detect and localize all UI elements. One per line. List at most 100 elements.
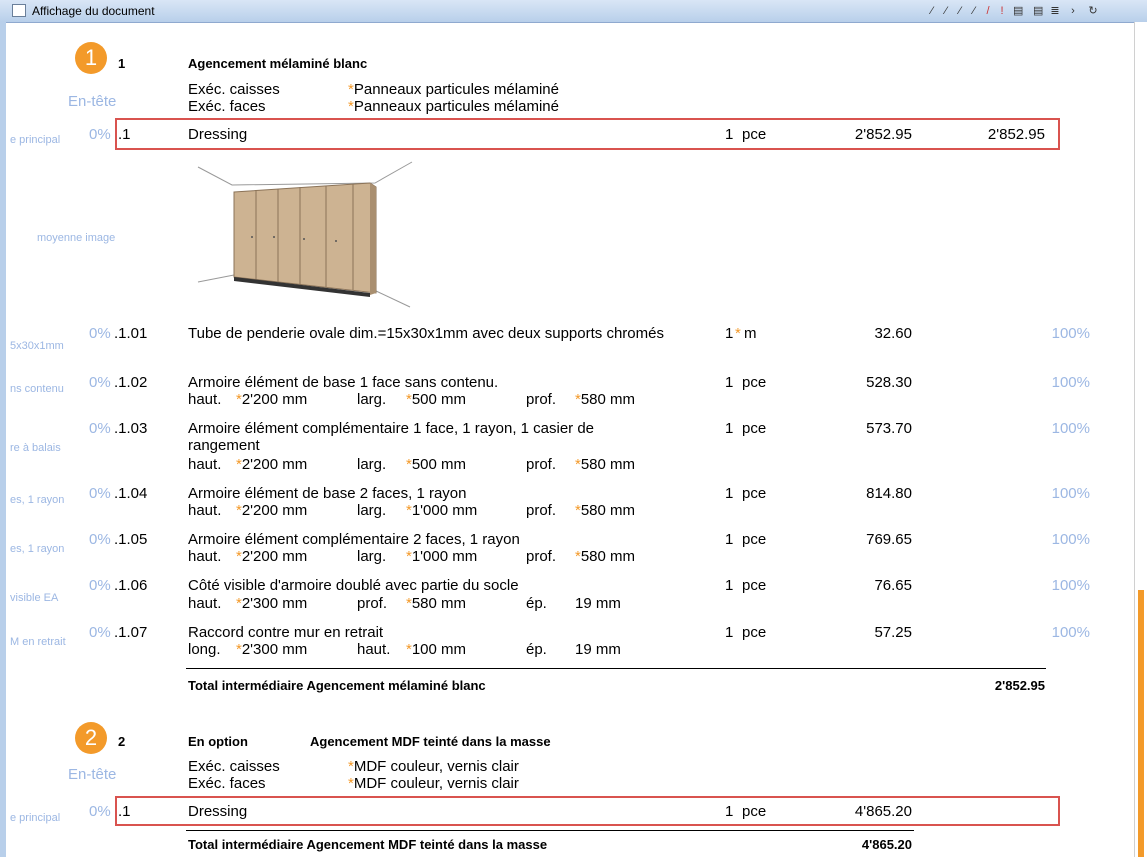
row-rate: 100%	[1051, 577, 1090, 594]
row-rate: 100%	[1051, 420, 1090, 437]
section-marker-2: 2	[75, 722, 107, 754]
dim-value: *1'000 mm	[406, 502, 478, 519]
subtotal-label: Total intermédiaire Agencement mélaminé …	[188, 678, 486, 693]
caisses-label: Exéc. caisses	[188, 758, 280, 775]
caisses-value: *Panneaux particules mélaminé	[348, 81, 559, 98]
row-unit: pce	[742, 485, 767, 502]
row-percent: 0%	[89, 126, 111, 143]
row-percent: 0%	[89, 485, 111, 502]
row-qty: 1	[725, 531, 734, 548]
dim-value: *580 mm	[575, 502, 636, 519]
dim-label: prof.	[526, 548, 557, 565]
row-number: .1.06	[114, 577, 148, 594]
row-unit: pce	[742, 531, 767, 548]
dim-value: *2'200 mm	[236, 456, 308, 473]
option-label: En option	[188, 734, 248, 749]
collapse-icon[interactable]: ›	[1068, 5, 1078, 17]
dim-value: *580 mm	[575, 456, 636, 473]
title-bar: Affichage du document ⁄ ⁄ ⁄ ⁄ / ! ▤ ▤ ≣ …	[0, 0, 1147, 23]
toolbar-tool-icon[interactable]: ⁄	[941, 5, 951, 17]
faces-label: Exéc. faces	[188, 98, 266, 115]
dressing-image	[197, 161, 413, 308]
row-price: 57.25	[874, 624, 912, 641]
dim-label: prof.	[357, 595, 388, 612]
row-rate: 100%	[1051, 325, 1090, 342]
row-qty: 1	[725, 803, 734, 820]
refresh-icon[interactable]: ↻	[1088, 5, 1098, 17]
dim-label: larg.	[357, 456, 387, 473]
dim-label: larg.	[357, 548, 387, 565]
dim-value: *2'200 mm	[236, 391, 308, 408]
faces-label: Exéc. faces	[188, 775, 266, 792]
left-frame	[0, 22, 6, 857]
row-unit: pce	[742, 577, 767, 594]
row-qty: 1	[725, 624, 734, 641]
dim-label: prof.	[526, 391, 557, 408]
row-left-label: e principal	[10, 134, 61, 146]
row-description: Armoire élément complémentaire 1 face, 1…	[188, 420, 595, 437]
toolbar-tool-icon[interactable]: ⁄	[927, 5, 937, 17]
row-left-label: M en retrait	[10, 636, 66, 648]
dim-value: *2'300 mm	[236, 595, 308, 612]
row-number: .1.01	[114, 325, 148, 342]
subtotal-divider	[186, 668, 1046, 669]
row-description: Côté visible d'armoire doublé avec parti…	[188, 577, 519, 594]
row-qty: 1	[725, 325, 734, 342]
dim-label: larg.	[357, 391, 387, 408]
row-description: Raccord contre mur en retrait	[188, 624, 384, 641]
header-label: En-tête	[68, 93, 117, 110]
dim-label: haut.	[357, 641, 391, 658]
row-rate: 100%	[1051, 374, 1090, 391]
dim-label: ép.	[526, 595, 547, 612]
row-left-label: re à balais	[10, 442, 61, 454]
row-unit: pce	[742, 803, 767, 820]
row-unit: pce	[742, 374, 767, 391]
marker-icon[interactable]: !	[997, 5, 1007, 17]
toolbar-tool-icon[interactable]: ⁄	[969, 5, 979, 17]
section-title: Agencement MDF teinté dans la masse	[310, 734, 551, 749]
list-view-icon[interactable]: ≣	[1050, 5, 1060, 17]
row-left-label: ns contenu	[10, 383, 64, 395]
row-description[interactable]: Dressing	[188, 803, 247, 820]
faces-value: *MDF couleur, vernis clair	[348, 775, 519, 792]
print-icon[interactable]: ▤	[1033, 5, 1043, 17]
row-left-label: es, 1 rayon	[10, 494, 65, 506]
dim-value: 19 mm	[575, 641, 621, 658]
row-percent: 0%	[89, 374, 111, 391]
dim-value: *100 mm	[406, 641, 467, 658]
print-preview-icon[interactable]: ▤	[1013, 5, 1023, 17]
row-description[interactable]: Dressing	[188, 126, 247, 143]
section-title: Agencement mélaminé blanc	[188, 56, 368, 71]
row-description: Tube de penderie ovale dim.=15x30x1mm av…	[188, 325, 664, 342]
faces-value: *Panneaux particules mélaminé	[348, 98, 559, 115]
header-label: En-tête	[68, 766, 117, 783]
row-description: Armoire élément de base 1 face sans cont…	[188, 374, 499, 391]
section-marker-1: 1	[75, 42, 107, 74]
dim-value: *580 mm	[575, 391, 636, 408]
section-number: 1	[118, 56, 126, 71]
dim-value: 19 mm	[575, 595, 621, 612]
row-number: .1.02	[114, 374, 148, 391]
row-percent: 0%	[89, 420, 111, 437]
row-number: .1	[118, 126, 131, 143]
row-number: .1.05	[114, 531, 148, 548]
subtotal-divider	[186, 830, 914, 831]
highlight-box	[115, 796, 1060, 826]
row-qty: 1	[725, 126, 734, 143]
toolbar-tool-icon[interactable]: ⁄	[955, 5, 965, 17]
row-qty: 1	[725, 420, 734, 437]
row-rate: 100%	[1051, 531, 1090, 548]
row-number: .1.07	[114, 624, 148, 641]
row-unit: pce	[742, 624, 767, 641]
row-description: Armoire élément complémentaire 2 faces, …	[188, 531, 520, 548]
pencil-icon[interactable]: /	[983, 5, 993, 17]
scrollbar-thumb[interactable]	[1138, 590, 1144, 857]
row-left-label: 5x30x1mm	[10, 340, 64, 352]
dim-label: ép.	[526, 641, 547, 658]
subtotal-value: 4'865.20	[861, 837, 912, 852]
row-price: 32.60	[874, 325, 912, 342]
window-title: Affichage du document	[32, 4, 155, 18]
caisses-value: *MDF couleur, vernis clair	[348, 758, 519, 775]
row-total: 2'852.95	[987, 126, 1045, 143]
row-percent: 0%	[89, 803, 111, 820]
